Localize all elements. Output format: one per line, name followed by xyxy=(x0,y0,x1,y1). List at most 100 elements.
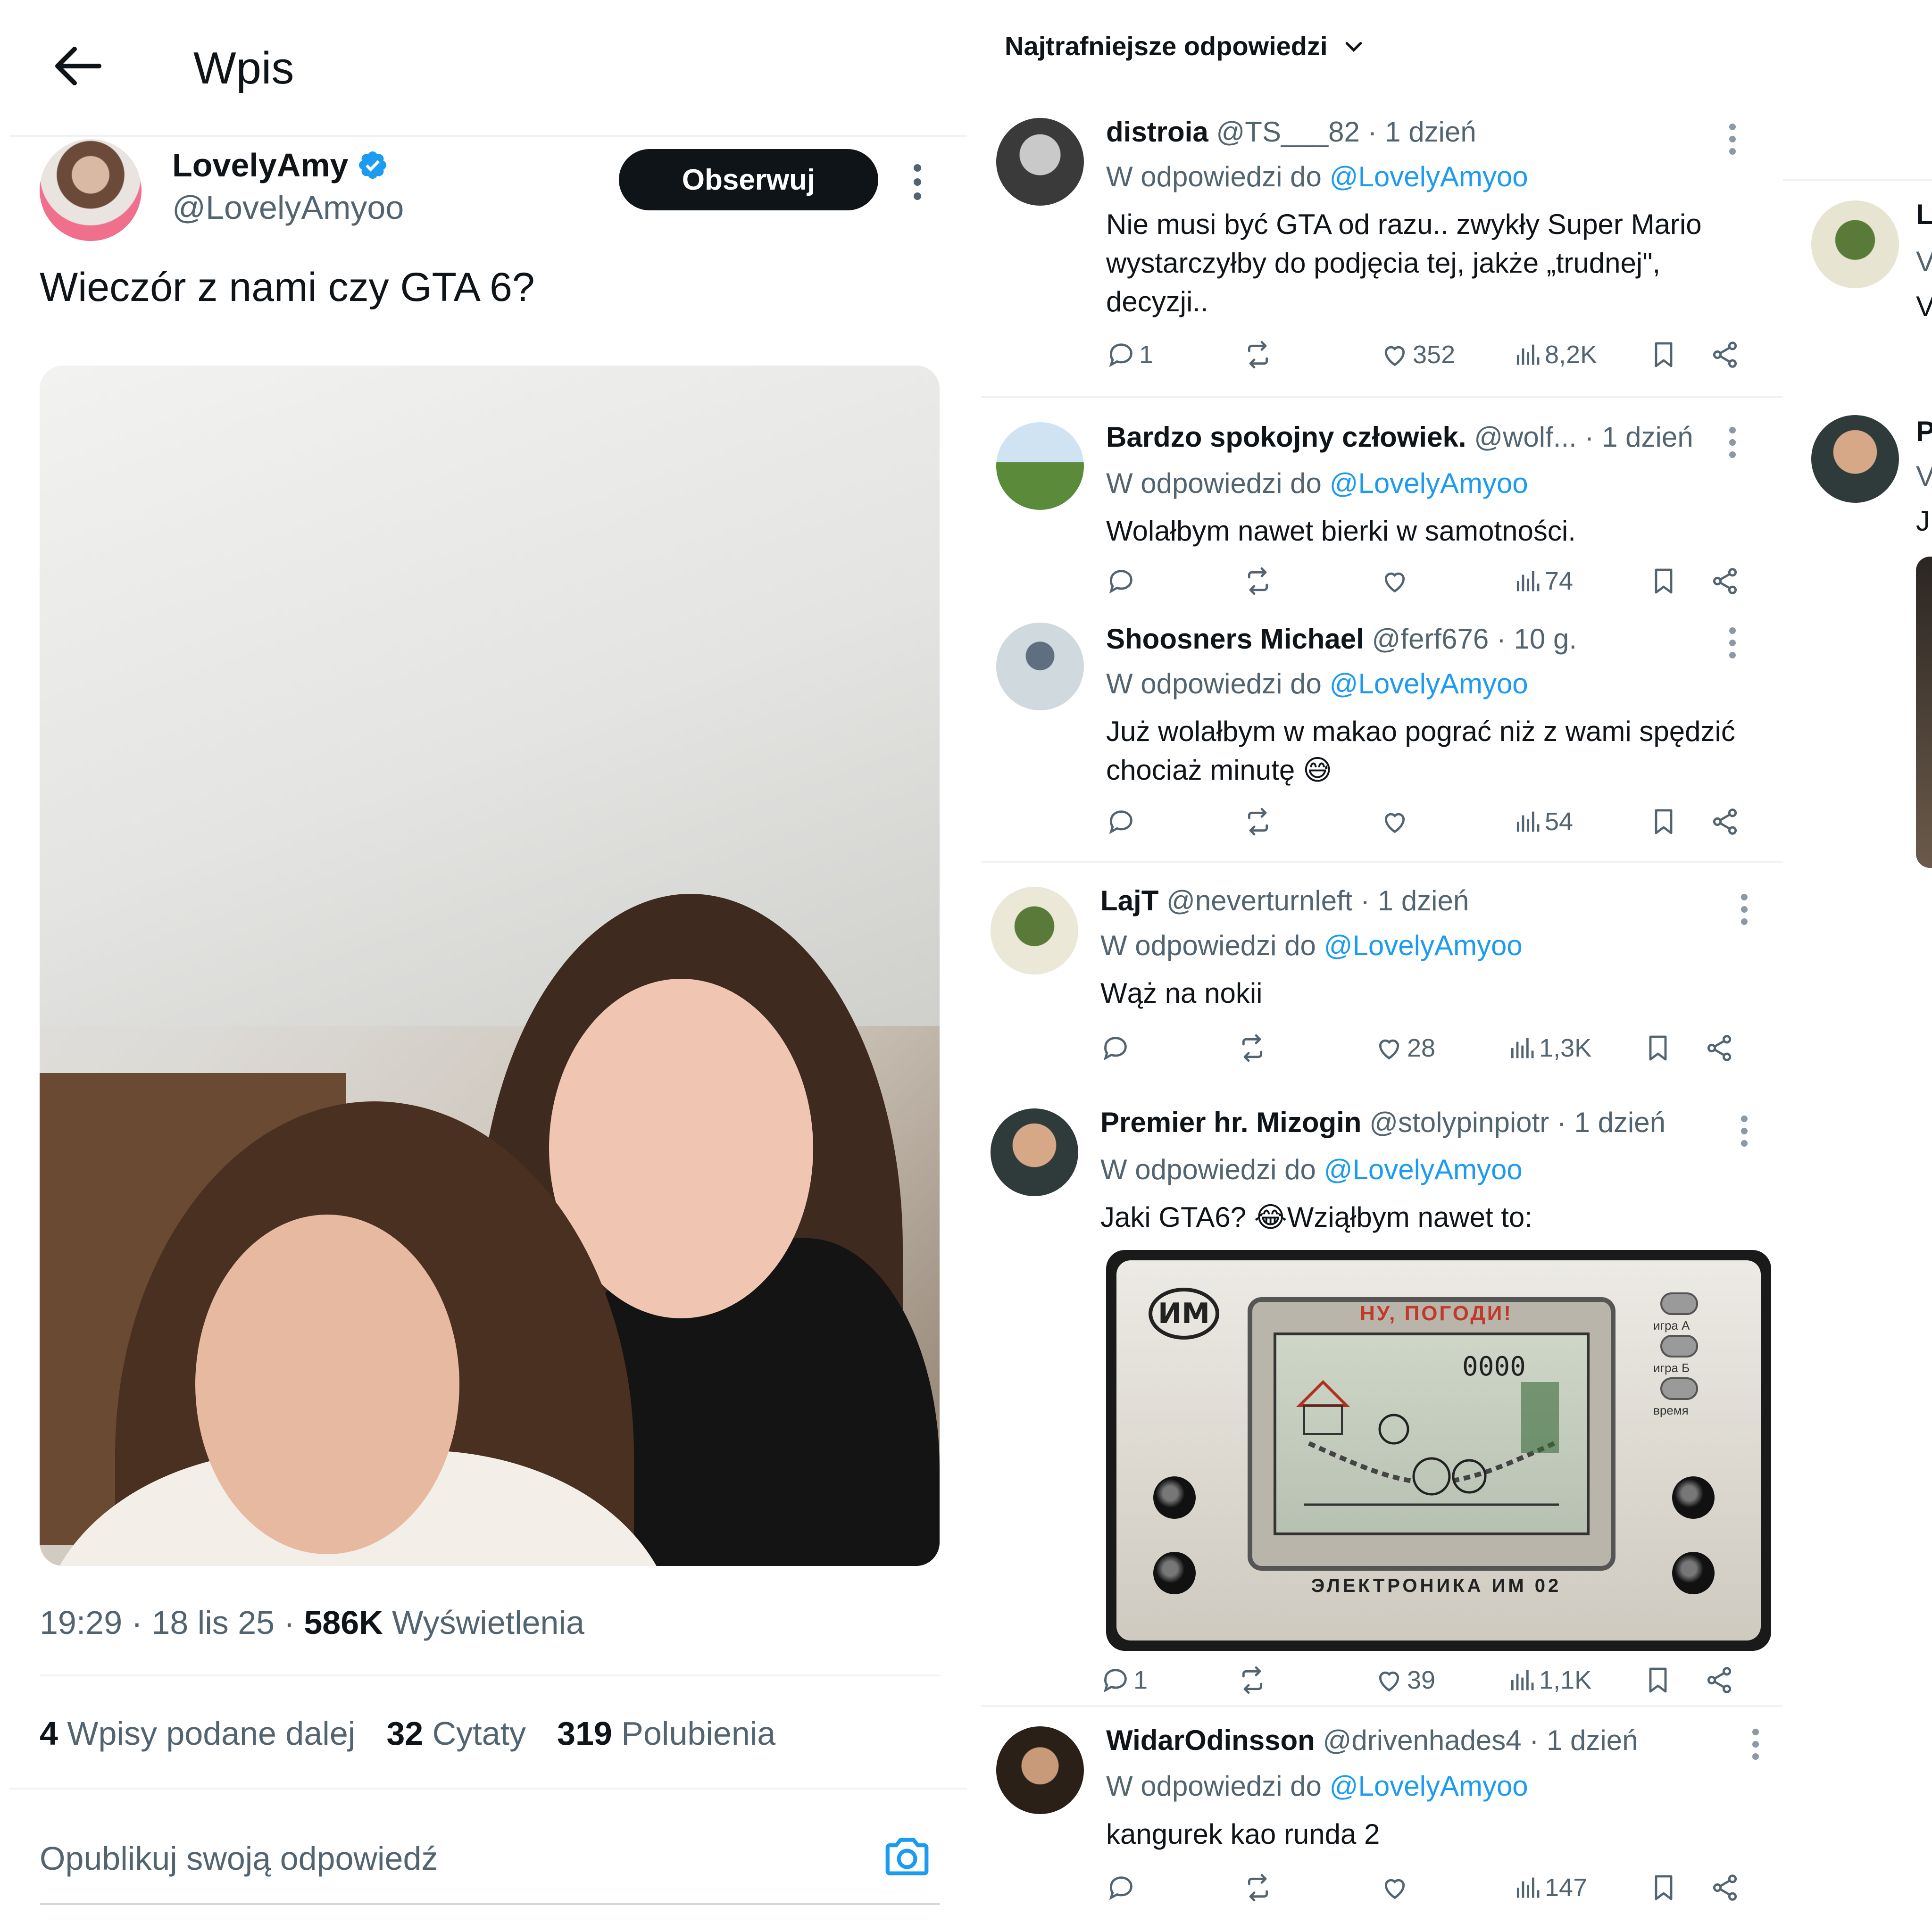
reply-to-line: W odpowiedzi do @LovelyAmyoo xyxy=(1106,160,1528,193)
reply-handle[interactable]: @wolf... xyxy=(1474,421,1577,453)
repost-button[interactable] xyxy=(1237,1033,1270,1063)
share-button[interactable] xyxy=(1710,566,1740,596)
reply-to-prefix: W odpowiedzi do xyxy=(1106,161,1322,192)
bookmark-button[interactable] xyxy=(1649,566,1679,596)
partial-image[interactable] xyxy=(1916,557,1932,868)
reply-avatar[interactable] xyxy=(996,422,1084,510)
reply-to-handle-link[interactable]: @LovelyAmyoo xyxy=(1324,930,1523,961)
like-button[interactable] xyxy=(1380,807,1413,837)
views-button[interactable]: 8,2K xyxy=(1512,340,1597,370)
views-button[interactable]: 54 xyxy=(1512,807,1573,837)
like-button[interactable]: 28 xyxy=(1374,1033,1435,1063)
reply-to-handle-link[interactable]: @LovelyAmyoo xyxy=(1330,668,1528,700)
like-count: 39 xyxy=(1407,1666,1436,1694)
share-button[interactable] xyxy=(1710,807,1740,837)
reply-button[interactable]: 1 xyxy=(1100,1665,1148,1695)
share-button[interactable] xyxy=(1710,1873,1740,1903)
reply-avatar[interactable] xyxy=(991,1108,1078,1196)
repost-button[interactable] xyxy=(1243,1873,1276,1903)
game-scene-icon xyxy=(1296,1380,1559,1506)
reply-avatar[interactable] xyxy=(996,1726,1084,1814)
more-options-icon[interactable] xyxy=(1751,1729,1760,1765)
like-icon xyxy=(1379,1039,1399,1060)
repost-button[interactable] xyxy=(1243,340,1276,370)
reply-author-name[interactable]: LajT xyxy=(1100,885,1158,916)
reply-button[interactable] xyxy=(1106,1873,1139,1903)
post-photo[interactable] xyxy=(40,366,940,1566)
game-small-button-icon xyxy=(1660,1335,1698,1357)
more-options-icon[interactable] xyxy=(1740,894,1749,931)
camera-icon[interactable] xyxy=(881,1830,933,1882)
repost-button[interactable] xyxy=(1237,1665,1270,1695)
share-button[interactable] xyxy=(1704,1665,1734,1695)
reply-handle[interactable]: @ferf676 xyxy=(1372,623,1489,655)
bookmark-button[interactable] xyxy=(1649,340,1679,370)
bookmark-button[interactable] xyxy=(1643,1033,1673,1063)
views-button[interactable]: 147 xyxy=(1512,1873,1587,1903)
reply-avatar[interactable] xyxy=(996,623,1084,710)
reply-button[interactable] xyxy=(1100,1033,1133,1063)
reply-avatar[interactable] xyxy=(996,118,1084,206)
game-button-icon xyxy=(1153,1552,1196,1594)
sort-dropdown[interactable]: Najtrafniejsze odpowiedzi xyxy=(1005,31,1366,61)
author-handle[interactable]: @LovelyAmyoo xyxy=(172,189,404,226)
avatar[interactable] xyxy=(1811,200,1899,288)
more-options-icon[interactable] xyxy=(1728,427,1737,464)
more-options-icon[interactable] xyxy=(1740,1116,1749,1152)
reply-handle[interactable]: @neverturnleft xyxy=(1166,885,1352,916)
reply-to-line: W odpowiedzi do @LovelyAmyoo xyxy=(1100,1153,1523,1186)
reply-avatar[interactable] xyxy=(991,887,1078,974)
like-button[interactable]: 39 xyxy=(1374,1665,1435,1695)
bookmark-button[interactable] xyxy=(1649,1873,1679,1903)
game-button-icon xyxy=(1672,1476,1715,1519)
like-button[interactable] xyxy=(1380,566,1413,596)
author-name[interactable]: LovelyAmy xyxy=(172,146,389,184)
reply-author-name[interactable]: Premier hr. Mizogin xyxy=(1100,1107,1361,1138)
quotes-stat[interactable]: 32 Cytaty xyxy=(386,1715,526,1752)
post-meta: 19:29 · 18 lis 25 · 586K Wyświetlenia xyxy=(40,1604,584,1641)
more-options-icon[interactable] xyxy=(1728,124,1737,160)
repost-button[interactable] xyxy=(1243,566,1276,596)
reply-to-handle-link[interactable]: @LovelyAmyoo xyxy=(1330,467,1528,499)
author-avatar[interactable] xyxy=(40,139,142,241)
reply-author-name[interactable]: WidarOdinsson xyxy=(1106,1724,1315,1756)
likes-stat[interactable]: 319 Polubienia xyxy=(557,1715,775,1752)
reply-button[interactable] xyxy=(1106,807,1139,837)
views-icon xyxy=(1511,1670,1534,1690)
divider xyxy=(981,1705,1783,1707)
reply-author-name[interactable]: distroia xyxy=(1106,116,1208,148)
back-arrow-icon[interactable] xyxy=(52,42,104,90)
avatar[interactable] xyxy=(1811,415,1899,503)
repost-button[interactable] xyxy=(1243,807,1276,837)
like-button[interactable]: 352 xyxy=(1380,340,1455,370)
reply-button[interactable]: 1 xyxy=(1106,340,1153,370)
views-button[interactable]: 1,3K xyxy=(1506,1033,1591,1063)
more-options-icon[interactable] xyxy=(1728,627,1737,664)
reply-handle[interactable]: @TS___82 xyxy=(1216,116,1359,148)
reply-handle[interactable]: @drivenhades4 xyxy=(1323,1724,1522,1756)
like-button[interactable] xyxy=(1380,1873,1413,1903)
reply-to-handle-link[interactable]: @LovelyAmyoo xyxy=(1324,1154,1523,1185)
reply-handle[interactable]: @stolypinpiotr xyxy=(1369,1107,1549,1138)
reply-author-name[interactable]: Shoosners Michael xyxy=(1106,623,1364,655)
share-button[interactable] xyxy=(1704,1033,1734,1063)
reply-button[interactable] xyxy=(1106,566,1139,596)
post-date[interactable]: 18 lis 25 xyxy=(151,1604,275,1641)
bookmark-button[interactable] xyxy=(1643,1665,1673,1695)
share-button[interactable] xyxy=(1710,340,1740,370)
reply-to-handle-link[interactable]: @LovelyAmyoo xyxy=(1330,161,1528,192)
repost-icon xyxy=(1248,1874,1268,1902)
reply-attached-image[interactable]: ИМ НУ, ПОГОДИ! 0000 ЭЛЕКТРОНИКА ИМ 02 иг… xyxy=(1106,1250,1771,1651)
reply-icon xyxy=(1109,1876,1133,1900)
reply-count: 1 xyxy=(1139,341,1154,369)
follow-button[interactable]: Obserwuj xyxy=(619,149,878,210)
reply-input[interactable]: Opublikuj swoją odpowiedź xyxy=(40,1840,438,1877)
reply-author-name[interactable]: Bardzo spokojny człowiek. xyxy=(1106,421,1466,453)
views-button[interactable]: 1,1K xyxy=(1506,1665,1591,1695)
bookmark-button[interactable] xyxy=(1649,807,1679,837)
reposts-stat[interactable]: 4 Wpisy podane dalej xyxy=(40,1715,355,1752)
reply-to-handle-link[interactable]: @LovelyAmyoo xyxy=(1330,1770,1528,1802)
views-button[interactable]: 74 xyxy=(1512,566,1573,596)
more-options-icon[interactable] xyxy=(913,164,922,207)
post-time[interactable]: 19:29 xyxy=(40,1604,122,1641)
